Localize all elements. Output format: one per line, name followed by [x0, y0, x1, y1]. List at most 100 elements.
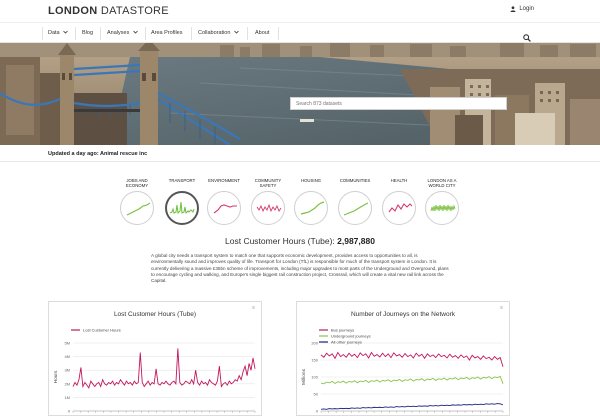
- theme-housing[interactable]: HOUSING: [290, 178, 332, 189]
- hero-banner: [0, 43, 600, 145]
- nav-item-label: Collaboration: [198, 30, 231, 36]
- theme-london-as-a-world-city[interactable]: LONDON AS A WORLD CITY: [421, 178, 463, 189]
- logo-light-text: DATASTORE: [100, 5, 169, 17]
- sparkline-icon: [256, 203, 282, 213]
- search-icon: [523, 34, 531, 42]
- user-icon: [510, 6, 516, 12]
- nav-item-blog[interactable]: Blog: [82, 30, 93, 36]
- theme-environment[interactable]: ENVIRONMENT: [203, 178, 245, 189]
- london-skyline-image: [0, 43, 600, 145]
- theme-label: JOBS AND ECONOMY: [125, 178, 149, 188]
- nav-separator: [278, 27, 279, 40]
- nav-separator: [247, 27, 248, 40]
- chevron-down-icon: [133, 30, 138, 34]
- legend-label: Lost Customer Hours: [83, 328, 121, 333]
- chart-title: Lost Customer Hours (Tube): [113, 311, 197, 318]
- nav-item-label: Data: [48, 30, 60, 36]
- sparkline-icon: [430, 204, 456, 212]
- theme-health[interactable]: HEALTH: [378, 178, 420, 189]
- chevron-down-icon: [234, 30, 239, 34]
- menu-icon: ≡: [252, 305, 255, 311]
- main-nav: Data Blog Analyses Area Profiles Collabo…: [0, 22, 600, 43]
- y-tick-label: 0: [68, 409, 71, 414]
- section-divider: [0, 161, 600, 162]
- y-axis-label: Millions: [301, 368, 307, 385]
- y-tick-label: 100: [311, 375, 318, 380]
- theme-transport[interactable]: TRANSPORT: [161, 178, 203, 189]
- dataset-search-input[interactable]: [290, 97, 507, 110]
- sparkline-icon: [300, 201, 325, 215]
- theme-sparkline-community-safety[interactable]: [251, 191, 285, 225]
- y-tick-label: 5M: [64, 341, 70, 346]
- lost-customer-hours-chart: 0 1M 2M 3M 4M 5M Hours Lost Customer Hours: [53, 328, 256, 414]
- chart-panel-number-of-journeys: Number of Journeys on the Network ≡ 0 50 1…: [296, 301, 510, 416]
- sparkline-icon: [343, 202, 369, 216]
- legend-label: Bus journeys: [331, 328, 354, 333]
- nav-item-label: Area Profiles: [151, 30, 183, 36]
- theme-sparkline-transport[interactable]: [165, 191, 199, 225]
- login-label: Login: [519, 6, 534, 12]
- logo-bold-text: LONDON: [48, 5, 98, 17]
- sparkline-icon: [213, 204, 237, 214]
- legend-label: Underground journeys: [331, 334, 371, 339]
- series-line-0: [72, 348, 256, 389]
- theme-label: ENVIRONMENT: [208, 178, 240, 183]
- chart-panel-lost-customer-hours: Lost Customer Hours (Tube) ≡ 0 1M 2M 3M 4M 5M…: [48, 301, 262, 416]
- chart-title: Number of Journeys on the Network: [350, 311, 456, 318]
- nav-separator: [191, 27, 192, 40]
- nav-item-collaboration[interactable]: Collaboration: [198, 30, 239, 36]
- site-logo[interactable]: LONDON DATASTORE: [48, 5, 169, 17]
- sparkline-icon: [126, 202, 151, 216]
- theme-sparkline-world-city[interactable]: [425, 191, 459, 225]
- nav-separator: [42, 27, 43, 40]
- y-tick-label: 200: [311, 341, 318, 346]
- metric-value: 2,987,880: [337, 236, 375, 246]
- theme-label: LONDON AS A WORLD CITY: [427, 178, 457, 188]
- series-line-1: [320, 375, 504, 385]
- nav-item-analyses[interactable]: Analyses: [107, 30, 138, 36]
- y-tick-label: 4M: [64, 354, 70, 359]
- y-tick-label: 3M: [64, 368, 70, 373]
- theme-sparkline-environment[interactable]: [207, 191, 241, 225]
- sparkline-icon: [388, 203, 413, 213]
- nav-item-label: About: [255, 30, 270, 36]
- series-line-0: [320, 351, 504, 367]
- theme-sparkline-communities[interactable]: [338, 191, 372, 225]
- theme-label: COMMUNITY SAFETY: [254, 178, 282, 188]
- number-of-journeys-chart: 0 50 100 150 200 Millions Bus journeysUndergro…: [301, 328, 504, 414]
- theme-sparkline-health[interactable]: [382, 191, 416, 225]
- y-tick-label: 2M: [64, 381, 70, 386]
- theme-communities[interactable]: COMMUNITIES: [334, 178, 376, 189]
- theme-label: HOUSING: [300, 178, 322, 183]
- theme-description: A global city needs a transport system t…: [151, 253, 449, 284]
- y-tick-label: 50: [314, 392, 319, 397]
- theme-jobs-and-economy[interactable]: JOBS AND ECONOMY: [116, 178, 158, 189]
- top-bar: LONDON DATASTORE Login: [0, 0, 600, 22]
- y-tick-label: 150: [311, 358, 318, 363]
- chart-menu-button[interactable]: ≡: [252, 305, 255, 311]
- updated-note: Updated a day ago: Animal rescue inc: [48, 151, 148, 157]
- legend-label: All other journeys: [331, 340, 362, 345]
- metric-label: Lost Customer Hours (Tube):: [225, 236, 335, 246]
- nav-separator: [100, 27, 101, 40]
- nav-item-label: Blog: [82, 30, 94, 36]
- nav-item-label: Analyses: [107, 30, 130, 36]
- theme-sparkline-housing[interactable]: [294, 191, 328, 225]
- chart-menu-button[interactable]: ≡: [500, 305, 503, 311]
- y-tick-label: 1M: [64, 395, 70, 400]
- theme-label: HEALTH: [390, 178, 408, 183]
- theme-sparkline-jobs[interactable]: [120, 191, 154, 225]
- theme-community-safety[interactable]: COMMUNITY SAFETY: [247, 178, 289, 189]
- theme-label: COMMUNITIES: [339, 178, 371, 183]
- nav-item-data[interactable]: Data: [48, 30, 68, 36]
- menu-icon: ≡: [500, 305, 503, 311]
- login-button[interactable]: Login: [510, 6, 534, 12]
- sparkline-icon: [169, 201, 195, 215]
- series-line-2: [320, 403, 504, 410]
- chevron-down-icon: [63, 30, 68, 34]
- y-axis-label: Hours: [53, 370, 59, 383]
- theme-label: TRANSPORT: [168, 178, 196, 183]
- nav-item-area-profiles[interactable]: Area Profiles: [151, 30, 183, 36]
- nav-item-about[interactable]: About: [255, 30, 269, 36]
- nav-separator: [145, 27, 146, 40]
